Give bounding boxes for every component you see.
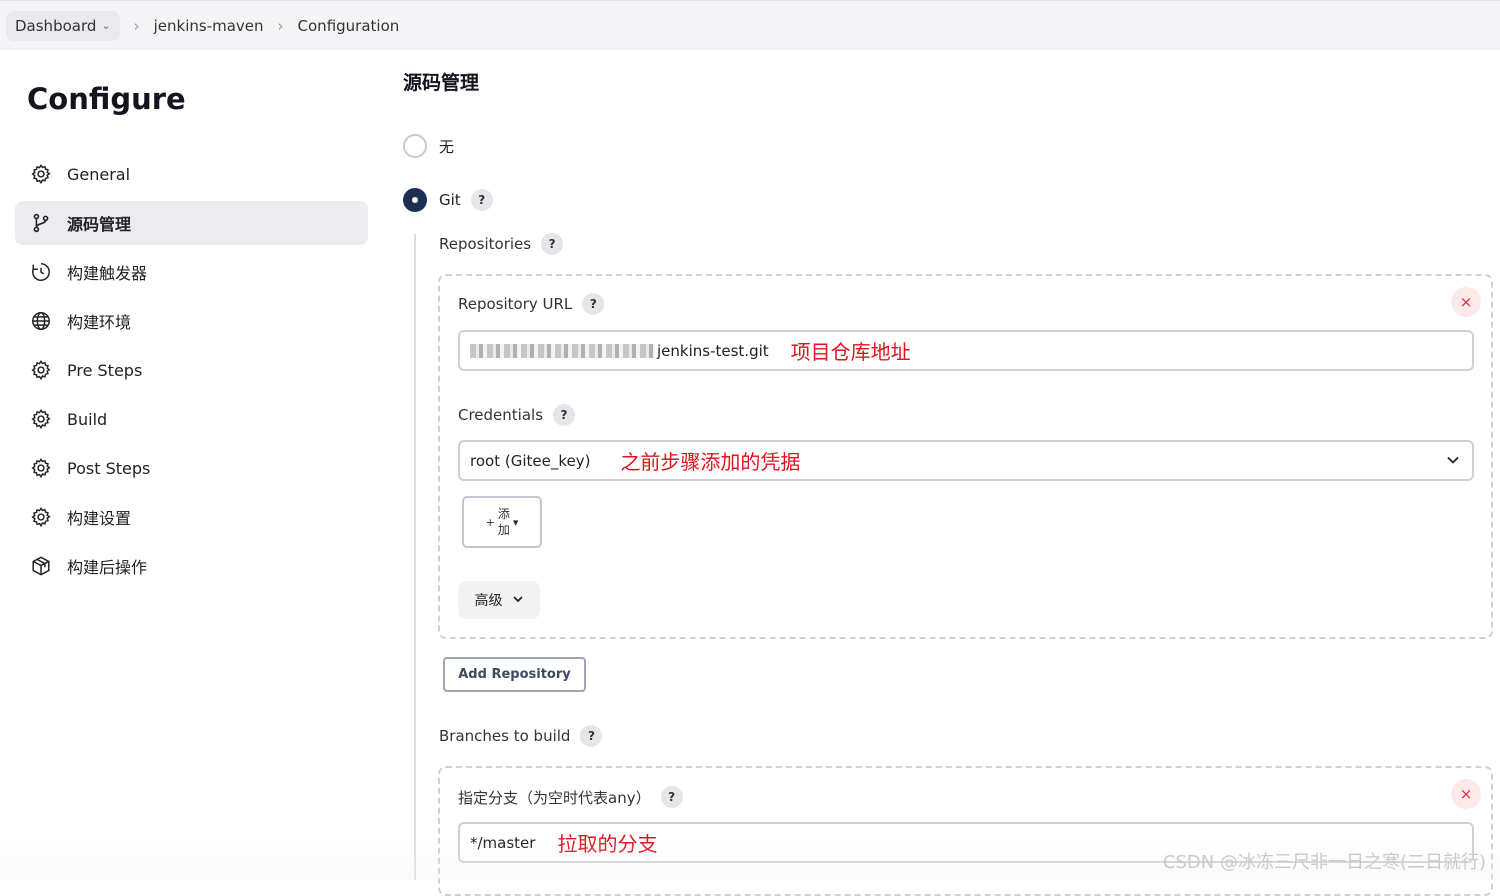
- scm-option-none[interactable]: 无: [403, 134, 454, 158]
- credentials-label-text: Credentials: [458, 406, 544, 424]
- sidebar-item-label: 源码管理: [67, 215, 132, 234]
- breadcrumb-dashboard[interactable]: Dashboard ⌄: [6, 10, 120, 41]
- breadcrumb-configuration[interactable]: Configuration: [298, 17, 400, 35]
- scm-option-git[interactable]: Git ?: [403, 188, 493, 212]
- branches-label-text: Branches to build: [439, 727, 571, 745]
- help-icon[interactable]: ?: [660, 786, 683, 808]
- help-icon[interactable]: ?: [580, 725, 603, 747]
- repository-url-value: jenkins-test.git: [657, 341, 769, 360]
- help-icon[interactable]: ?: [553, 404, 576, 426]
- repository-url-input[interactable]: jenkins-test.git 项目仓库地址: [458, 330, 1474, 371]
- gear-icon: [29, 456, 53, 480]
- plus-icon: +: [485, 515, 495, 529]
- help-icon[interactable]: ?: [582, 293, 605, 315]
- gear-icon: [29, 162, 53, 186]
- sidebar-item-label: 构建设置: [67, 509, 132, 528]
- sidebar-item-pre-steps[interactable]: Pre Steps: [15, 348, 368, 392]
- gear-icon: [29, 407, 53, 431]
- annotation-credentials: 之前步骤添加的凭据: [620, 450, 801, 474]
- sidebar-item-label: 构建触发器: [67, 264, 148, 283]
- chevron-down-icon: [512, 593, 524, 608]
- git-branch-icon: [29, 211, 53, 235]
- radio-none[interactable]: [403, 134, 427, 158]
- add-repository-button[interactable]: Add Repository: [443, 657, 586, 692]
- sidebar-item-label: Post Steps: [67, 458, 151, 478]
- sidebar-item-post-build[interactable]: 构建后操作: [15, 544, 368, 588]
- credentials-value: root (Gitee_key): [470, 451, 591, 470]
- add-label-line2: 加: [497, 523, 510, 537]
- advanced-label: 高级: [474, 593, 503, 609]
- add-button-label: 添 加: [498, 506, 510, 538]
- section-title: 源码管理: [403, 72, 480, 94]
- sidebar-item-build-settings[interactable]: 构建设置: [15, 495, 368, 539]
- help-icon[interactable]: ?: [541, 233, 564, 255]
- globe-icon: [29, 309, 53, 333]
- advanced-button[interactable]: 高级: [458, 581, 540, 619]
- sidebar-item-general[interactable]: General: [15, 152, 368, 196]
- sidebar-item-label: 构建后操作: [67, 558, 148, 577]
- page-title: Configure: [27, 82, 186, 116]
- breadcrumb-dashboard-label: Dashboard: [15, 16, 97, 35]
- sidebar-item-label: Pre Steps: [67, 360, 143, 380]
- package-icon: [29, 554, 53, 578]
- annotation-repository-url: 项目仓库地址: [790, 340, 911, 364]
- sidebar-item-scm[interactable]: 源码管理: [15, 201, 368, 245]
- repository-url-label-text: Repository URL: [458, 295, 573, 313]
- caret-down-icon: ▾: [512, 515, 519, 529]
- sidebar-item-build[interactable]: Build: [15, 397, 368, 441]
- remove-repository-button[interactable]: ×: [1451, 287, 1481, 317]
- sidebar-nav: General 源码管理 构建触发器 构建环境 Pre Steps Build: [15, 152, 368, 593]
- sidebar-item-label: Build: [67, 409, 108, 429]
- chevron-down-icon[interactable]: ⌄: [101, 19, 110, 32]
- branch-spec-value: */master: [470, 833, 536, 852]
- radio-git[interactable]: [403, 188, 427, 212]
- sidebar-item-post-steps[interactable]: Post Steps: [15, 446, 368, 490]
- branch-spec-label-text: 指定分支（为空时代表any）: [458, 788, 651, 807]
- breadcrumb-separator-icon: ›: [133, 16, 140, 35]
- section-indent-line: [414, 234, 416, 880]
- credentials-label: Credentials ?: [458, 404, 576, 426]
- branches-label: Branches to build ?: [439, 725, 603, 747]
- radio-git-label: Git: [439, 191, 461, 209]
- help-icon[interactable]: ?: [470, 189, 493, 211]
- credentials-select[interactable]: root (Gitee_key) 之前步骤添加的凭据: [458, 440, 1474, 481]
- radio-none-label: 无: [439, 137, 455, 156]
- sidebar-item-build-triggers[interactable]: 构建触发器: [15, 250, 368, 294]
- breadcrumb-separator-icon: ›: [277, 16, 284, 35]
- add-label-line1: 添: [497, 507, 510, 521]
- sidebar-item-build-environment[interactable]: 构建环境: [15, 299, 368, 343]
- sidebar-item-label: General: [67, 164, 131, 184]
- breadcrumb-bar: Dashboard ⌄ › jenkins-maven › Configurat…: [0, 0, 1500, 50]
- watermark: CSDN @冰冻三尺非一日之寒(二日就行): [1162, 852, 1486, 873]
- sidebar-item-label: 构建环境: [67, 313, 132, 332]
- clock-icon: [29, 260, 53, 284]
- remove-branch-button[interactable]: ×: [1451, 779, 1481, 809]
- repository-url-label: Repository URL ?: [458, 293, 605, 315]
- breadcrumb-job[interactable]: jenkins-maven: [154, 17, 264, 35]
- redacted-url-prefix: [470, 343, 655, 358]
- branch-spec-label: 指定分支（为空时代表any） ?: [458, 786, 683, 808]
- gear-icon: [29, 358, 53, 382]
- repositories-label: Repositories ?: [439, 233, 564, 255]
- repositories-label-text: Repositories: [439, 235, 532, 253]
- gear-icon: [29, 505, 53, 529]
- add-credentials-button[interactable]: + 添 加 ▾: [462, 496, 542, 548]
- chevron-down-icon: [1446, 453, 1460, 471]
- annotation-branch: 拉取的分支: [557, 832, 658, 856]
